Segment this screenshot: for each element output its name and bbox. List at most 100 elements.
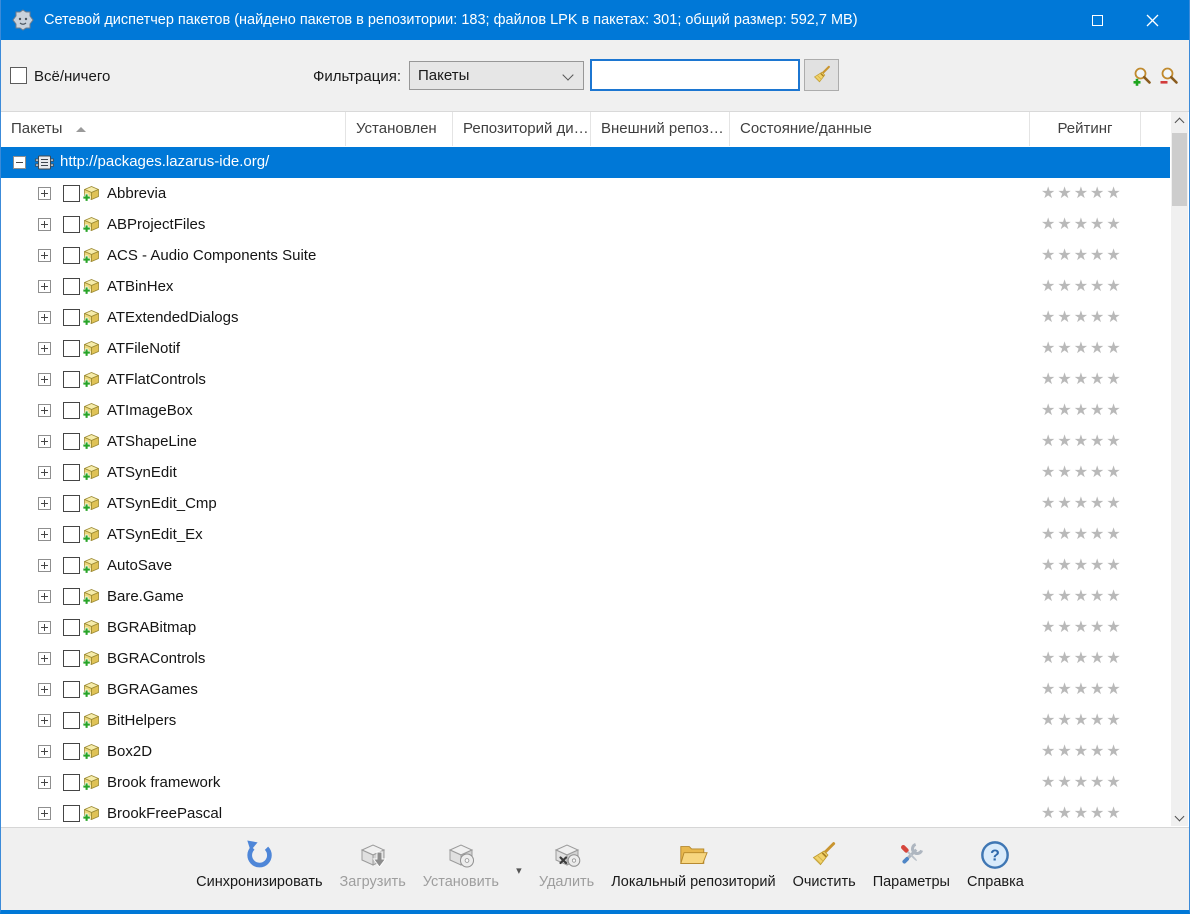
rating-stars[interactable]: ★★★★★ (1041, 271, 1123, 302)
rating-stars[interactable]: ★★★★★ (1041, 178, 1123, 209)
expand-node-icon[interactable] (38, 280, 51, 293)
scrollbar-thumb[interactable] (1172, 133, 1187, 206)
column-header-rating[interactable]: Рейтинг (1030, 112, 1141, 146)
column-header-repository[interactable]: Репозиторий ди… (453, 112, 591, 146)
rating-stars[interactable]: ★★★★★ (1041, 333, 1123, 364)
rating-stars[interactable]: ★★★★★ (1041, 457, 1123, 488)
package-checkbox[interactable] (63, 185, 80, 202)
package-checkbox[interactable] (63, 743, 80, 760)
scroll-down-button[interactable] (1171, 809, 1188, 826)
rating-stars[interactable]: ★★★★★ (1041, 240, 1123, 271)
expand-node-icon[interactable] (38, 187, 51, 200)
rating-stars[interactable]: ★★★★★ (1041, 798, 1123, 827)
package-checkbox[interactable] (63, 433, 80, 450)
package-row[interactable]: ATSynEdit ★★★★★ (1, 457, 1170, 488)
package-checkbox[interactable] (63, 278, 80, 295)
rating-stars[interactable]: ★★★★★ (1041, 364, 1123, 395)
rating-stars[interactable]: ★★★★★ (1041, 736, 1123, 767)
expand-node-icon[interactable] (38, 714, 51, 727)
package-row[interactable]: BitHelpers ★★★★★ (1, 705, 1170, 736)
package-row[interactable]: BGRAGames ★★★★★ (1, 674, 1170, 705)
package-row[interactable]: BGRAControls ★★★★★ (1, 643, 1170, 674)
package-row[interactable]: BGRABitmap ★★★★★ (1, 612, 1170, 643)
package-checkbox[interactable] (63, 712, 80, 729)
package-row[interactable]: ATBinHex ★★★★★ (1, 271, 1170, 302)
column-header-packages[interactable]: Пакеты (1, 112, 346, 146)
expand-node-icon[interactable] (38, 342, 51, 355)
expand-node-icon[interactable] (38, 776, 51, 789)
expand-node-icon[interactable] (38, 683, 51, 696)
package-checkbox[interactable] (63, 619, 80, 636)
maximize-button[interactable] (1074, 0, 1120, 40)
expand-node-icon[interactable] (38, 466, 51, 479)
package-row[interactable]: ATSynEdit_Ex ★★★★★ (1, 519, 1170, 550)
rating-stars[interactable]: ★★★★★ (1041, 581, 1123, 612)
package-checkbox[interactable] (63, 650, 80, 667)
collapse-node-icon[interactable] (13, 156, 26, 169)
package-row[interactable]: ATExtendedDialogs ★★★★★ (1, 302, 1170, 333)
expand-node-icon[interactable] (38, 311, 51, 324)
package-checkbox[interactable] (63, 805, 80, 822)
expand-node-icon[interactable] (38, 373, 51, 386)
package-row[interactable]: ACS - Audio Components Suite ★★★★★ (1, 240, 1170, 271)
rating-stars[interactable]: ★★★★★ (1041, 612, 1123, 643)
expand-node-icon[interactable] (38, 590, 51, 603)
package-checkbox[interactable] (63, 588, 80, 605)
repository-row[interactable]: http://packages.lazarus-ide.org/ (1, 147, 1170, 178)
cleanup-button[interactable]: Очистить (790, 838, 859, 890)
package-checkbox[interactable] (63, 340, 80, 357)
expand-node-icon[interactable] (38, 528, 51, 541)
install-button[interactable]: Установить (420, 838, 502, 890)
package-checkbox[interactable] (63, 774, 80, 791)
package-checkbox[interactable] (63, 309, 80, 326)
expand-all-button[interactable] (1132, 66, 1153, 87)
rating-stars[interactable]: ★★★★★ (1041, 302, 1123, 333)
package-row[interactable]: AutoSave ★★★★★ (1, 550, 1170, 581)
install-options-arrow[interactable]: ▾ (513, 864, 525, 877)
rating-stars[interactable]: ★★★★★ (1041, 519, 1123, 550)
column-header-state[interactable]: Состояние/данные (730, 112, 1030, 146)
package-checkbox[interactable] (63, 681, 80, 698)
expand-node-icon[interactable] (38, 621, 51, 634)
expand-node-icon[interactable] (38, 249, 51, 262)
expand-node-icon[interactable] (38, 218, 51, 231)
options-button[interactable]: Параметры (870, 838, 953, 890)
column-header-external-repo[interactable]: Внешний репоз… (591, 112, 730, 146)
uninstall-button[interactable]: Удалить (536, 838, 597, 890)
close-button[interactable] (1129, 0, 1175, 40)
column-header-installed[interactable]: Установлен (346, 112, 453, 146)
help-button[interactable]: ? Справка (964, 838, 1027, 890)
package-checkbox[interactable] (63, 371, 80, 388)
package-checkbox[interactable] (63, 247, 80, 264)
package-row[interactable]: Box2D ★★★★★ (1, 736, 1170, 767)
package-row[interactable]: ATImageBox ★★★★★ (1, 395, 1170, 426)
expand-node-icon[interactable] (38, 652, 51, 665)
search-input[interactable] (590, 59, 800, 91)
package-row[interactable]: Brook framework ★★★★★ (1, 767, 1170, 798)
rating-stars[interactable]: ★★★★★ (1041, 643, 1123, 674)
package-checkbox[interactable] (63, 464, 80, 481)
package-row[interactable]: Abbrevia ★★★★★ (1, 178, 1170, 209)
expand-node-icon[interactable] (38, 404, 51, 417)
expand-node-icon[interactable] (38, 497, 51, 510)
rating-stars[interactable]: ★★★★★ (1041, 395, 1123, 426)
collapse-all-button[interactable] (1159, 66, 1180, 87)
rating-stars[interactable]: ★★★★★ (1041, 767, 1123, 798)
expand-node-icon[interactable] (38, 807, 51, 820)
package-checkbox[interactable] (63, 495, 80, 512)
expand-node-icon[interactable] (38, 435, 51, 448)
package-checkbox[interactable] (63, 402, 80, 419)
local-repository-button[interactable]: Локальный репозиторий (608, 838, 778, 890)
select-all-checkbox[interactable] (10, 67, 27, 84)
expand-node-icon[interactable] (38, 559, 51, 572)
rating-stars[interactable]: ★★★★★ (1041, 426, 1123, 457)
package-row[interactable]: BrookFreePascal ★★★★★ (1, 798, 1170, 827)
download-button[interactable]: Загрузить (337, 838, 409, 890)
vertical-scrollbar[interactable] (1171, 112, 1188, 826)
clear-filter-button[interactable] (804, 59, 839, 91)
package-row[interactable]: ATShapeLine ★★★★★ (1, 426, 1170, 457)
synchronize-button[interactable]: Синхронизировать (193, 838, 325, 890)
package-checkbox[interactable] (63, 557, 80, 574)
package-checkbox[interactable] (63, 216, 80, 233)
rating-stars[interactable]: ★★★★★ (1041, 488, 1123, 519)
